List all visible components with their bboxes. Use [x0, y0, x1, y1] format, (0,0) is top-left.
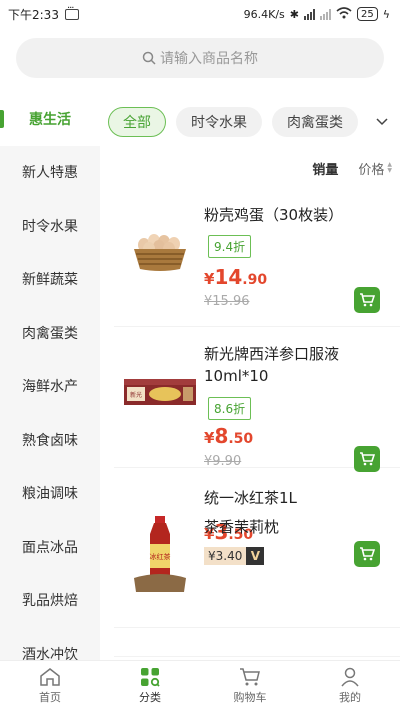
nav-category[interactable]: 分类	[100, 661, 200, 711]
pillow-image	[118, 540, 202, 624]
battery-icon: 25	[357, 7, 378, 21]
product-list: 粉壳鸡蛋（30枚装） 9.4折 ¥14.90 ¥15.96 新光 新光牌西洋参口…	[100, 186, 400, 660]
sort-price-label: 价格	[358, 162, 385, 178]
add-to-cart-button[interactable]	[354, 446, 380, 472]
nav-home-label: 首页	[39, 691, 61, 704]
message-icon	[64, 3, 79, 20]
product-price: ¥8.50	[204, 424, 253, 448]
tab-all[interactable]: 全部	[108, 107, 166, 137]
nav-profile[interactable]: 我的	[300, 661, 400, 711]
product-price: ¥14.90	[204, 265, 267, 289]
nav-home[interactable]: 首页	[0, 661, 100, 711]
sidebar-item-vegetables[interactable]: 新鲜蔬菜	[0, 253, 100, 307]
tab-meat-eggs[interactable]: 肉禽蛋类	[272, 107, 358, 137]
sidebar-item-seasonal-fruit[interactable]: 时令水果	[0, 199, 100, 253]
sidebar-item-label: 新人特惠	[22, 165, 78, 182]
tab-seasonal-fruit[interactable]: 时令水果	[176, 107, 262, 137]
product-item[interactable]: 粉壳鸡蛋（30枚装） 9.4折 ¥14.90 ¥15.96	[114, 186, 400, 327]
charging-icon: ϟ	[382, 7, 390, 21]
product-name: 统一冰红茶1L	[204, 489, 297, 507]
bottom-navigation: 首页 分类 购物车 我的	[0, 660, 400, 711]
sidebar-item-dairy-bakery[interactable]: 乳品烘焙	[0, 574, 100, 628]
bluetooth-icon: ✱	[289, 7, 299, 21]
sidebar-item-frozen[interactable]: 面点冰品	[0, 520, 100, 574]
ginseng-box-image: 新光	[118, 349, 202, 433]
sidebar-item-label: 肉禽蛋类	[22, 325, 78, 342]
signal-icon	[304, 8, 315, 20]
nav-profile-label: 我的	[339, 691, 361, 704]
product-name: 新光牌西洋参口服液10ml*10	[204, 345, 340, 385]
sidebar-item-label: 熟食卤味	[22, 432, 78, 449]
original-price: ¥9.90	[204, 454, 242, 469]
price-currency: ¥	[204, 270, 215, 288]
sort-bar: 销量 价格 ▲ ▼	[280, 158, 392, 178]
sidebar-item-deli[interactable]: 熟食卤味	[0, 413, 100, 467]
sidebar-item-label: 粮油调味	[22, 486, 78, 503]
category-icon	[141, 668, 160, 687]
original-price: ¥15.96	[204, 294, 250, 309]
search-placeholder: 请输入商品名称	[160, 51, 258, 67]
cart-icon	[360, 452, 375, 466]
cart-icon	[240, 668, 260, 686]
sidebar-item-label: 海鲜水产	[22, 379, 78, 396]
sidebar-item-seafood[interactable]: 海鲜水产	[0, 360, 100, 414]
price-decimal: .90	[242, 272, 268, 288]
add-to-cart-button[interactable]	[354, 287, 380, 313]
egg-basket-image	[118, 208, 202, 292]
sidebar-item-label: 面点冰品	[22, 539, 78, 556]
sidebar-item-label: 酒水冲饮	[22, 646, 78, 660]
status-bar: 下午2:33 96.4K/s ✱ 25 ϟ	[0, 0, 400, 28]
svg-text:新光: 新光	[130, 391, 142, 399]
user-icon	[341, 667, 359, 687]
price-currency: ¥	[204, 429, 215, 447]
chevron-down-icon[interactable]	[364, 106, 400, 138]
sidebar-item-label: 乳品烘焙	[22, 593, 78, 610]
product-name: 粉壳鸡蛋（30枚装）	[204, 206, 344, 224]
sidebar-item-huishenghuo[interactable]: 惠生活	[0, 92, 100, 146]
wifi-icon	[336, 6, 352, 22]
discount-badge: 9.4折	[208, 235, 252, 258]
home-icon	[40, 668, 60, 686]
sidebar-item-meat-eggs[interactable]: 肉禽蛋类	[0, 306, 100, 360]
sidebar-item-label: 新鲜蔬菜	[22, 272, 78, 289]
sidebar-item-label: 惠生活	[29, 111, 71, 128]
sidebar-item-grain-oil[interactable]: 粮油调味	[0, 467, 100, 521]
sidebar-item-label: 时令水果	[22, 218, 78, 235]
product-item[interactable]: 茶香茉莉枕	[114, 516, 400, 657]
discount-badge: 8.6折	[208, 397, 252, 420]
price-decimal: .50	[228, 431, 254, 447]
price-integer: 14	[214, 265, 243, 289]
nav-cart[interactable]: 购物车	[200, 661, 300, 711]
search-input[interactable]: 请输入商品名称	[16, 38, 384, 78]
network-speed: 96.4K/s	[243, 7, 285, 21]
status-time: 下午2:33	[8, 7, 59, 22]
signal-icon-2	[320, 8, 331, 20]
product-item[interactable]: 新光 新光牌西洋参口服液10ml*10 8.6折 ¥8.50 ¥9.90	[114, 327, 400, 472]
sort-sales[interactable]: 销量	[312, 159, 338, 178]
sidebar-item-drinks[interactable]: 酒水冲饮	[0, 627, 100, 660]
product-name: 茶香茉莉枕	[204, 518, 280, 536]
sort-price[interactable]: 价格 ▲ ▼	[358, 159, 392, 178]
sidebar-item-newcomer[interactable]: 新人特惠	[0, 146, 100, 200]
price-integer: 8	[214, 424, 229, 448]
search-icon	[142, 51, 156, 65]
sort-arrows-icon: ▲ ▼	[387, 161, 392, 174]
nav-cart-label: 购物车	[233, 691, 267, 704]
nav-category-label: 分类	[139, 691, 161, 704]
subcategory-tabs: 全部 时令水果 肉禽蛋类	[108, 106, 400, 138]
cart-icon	[360, 293, 375, 307]
category-sidebar: 惠生活 新人特惠 时令水果 新鲜蔬菜 肉禽蛋类 海鲜水产 熟食卤味 粮油调味 面…	[0, 92, 100, 660]
